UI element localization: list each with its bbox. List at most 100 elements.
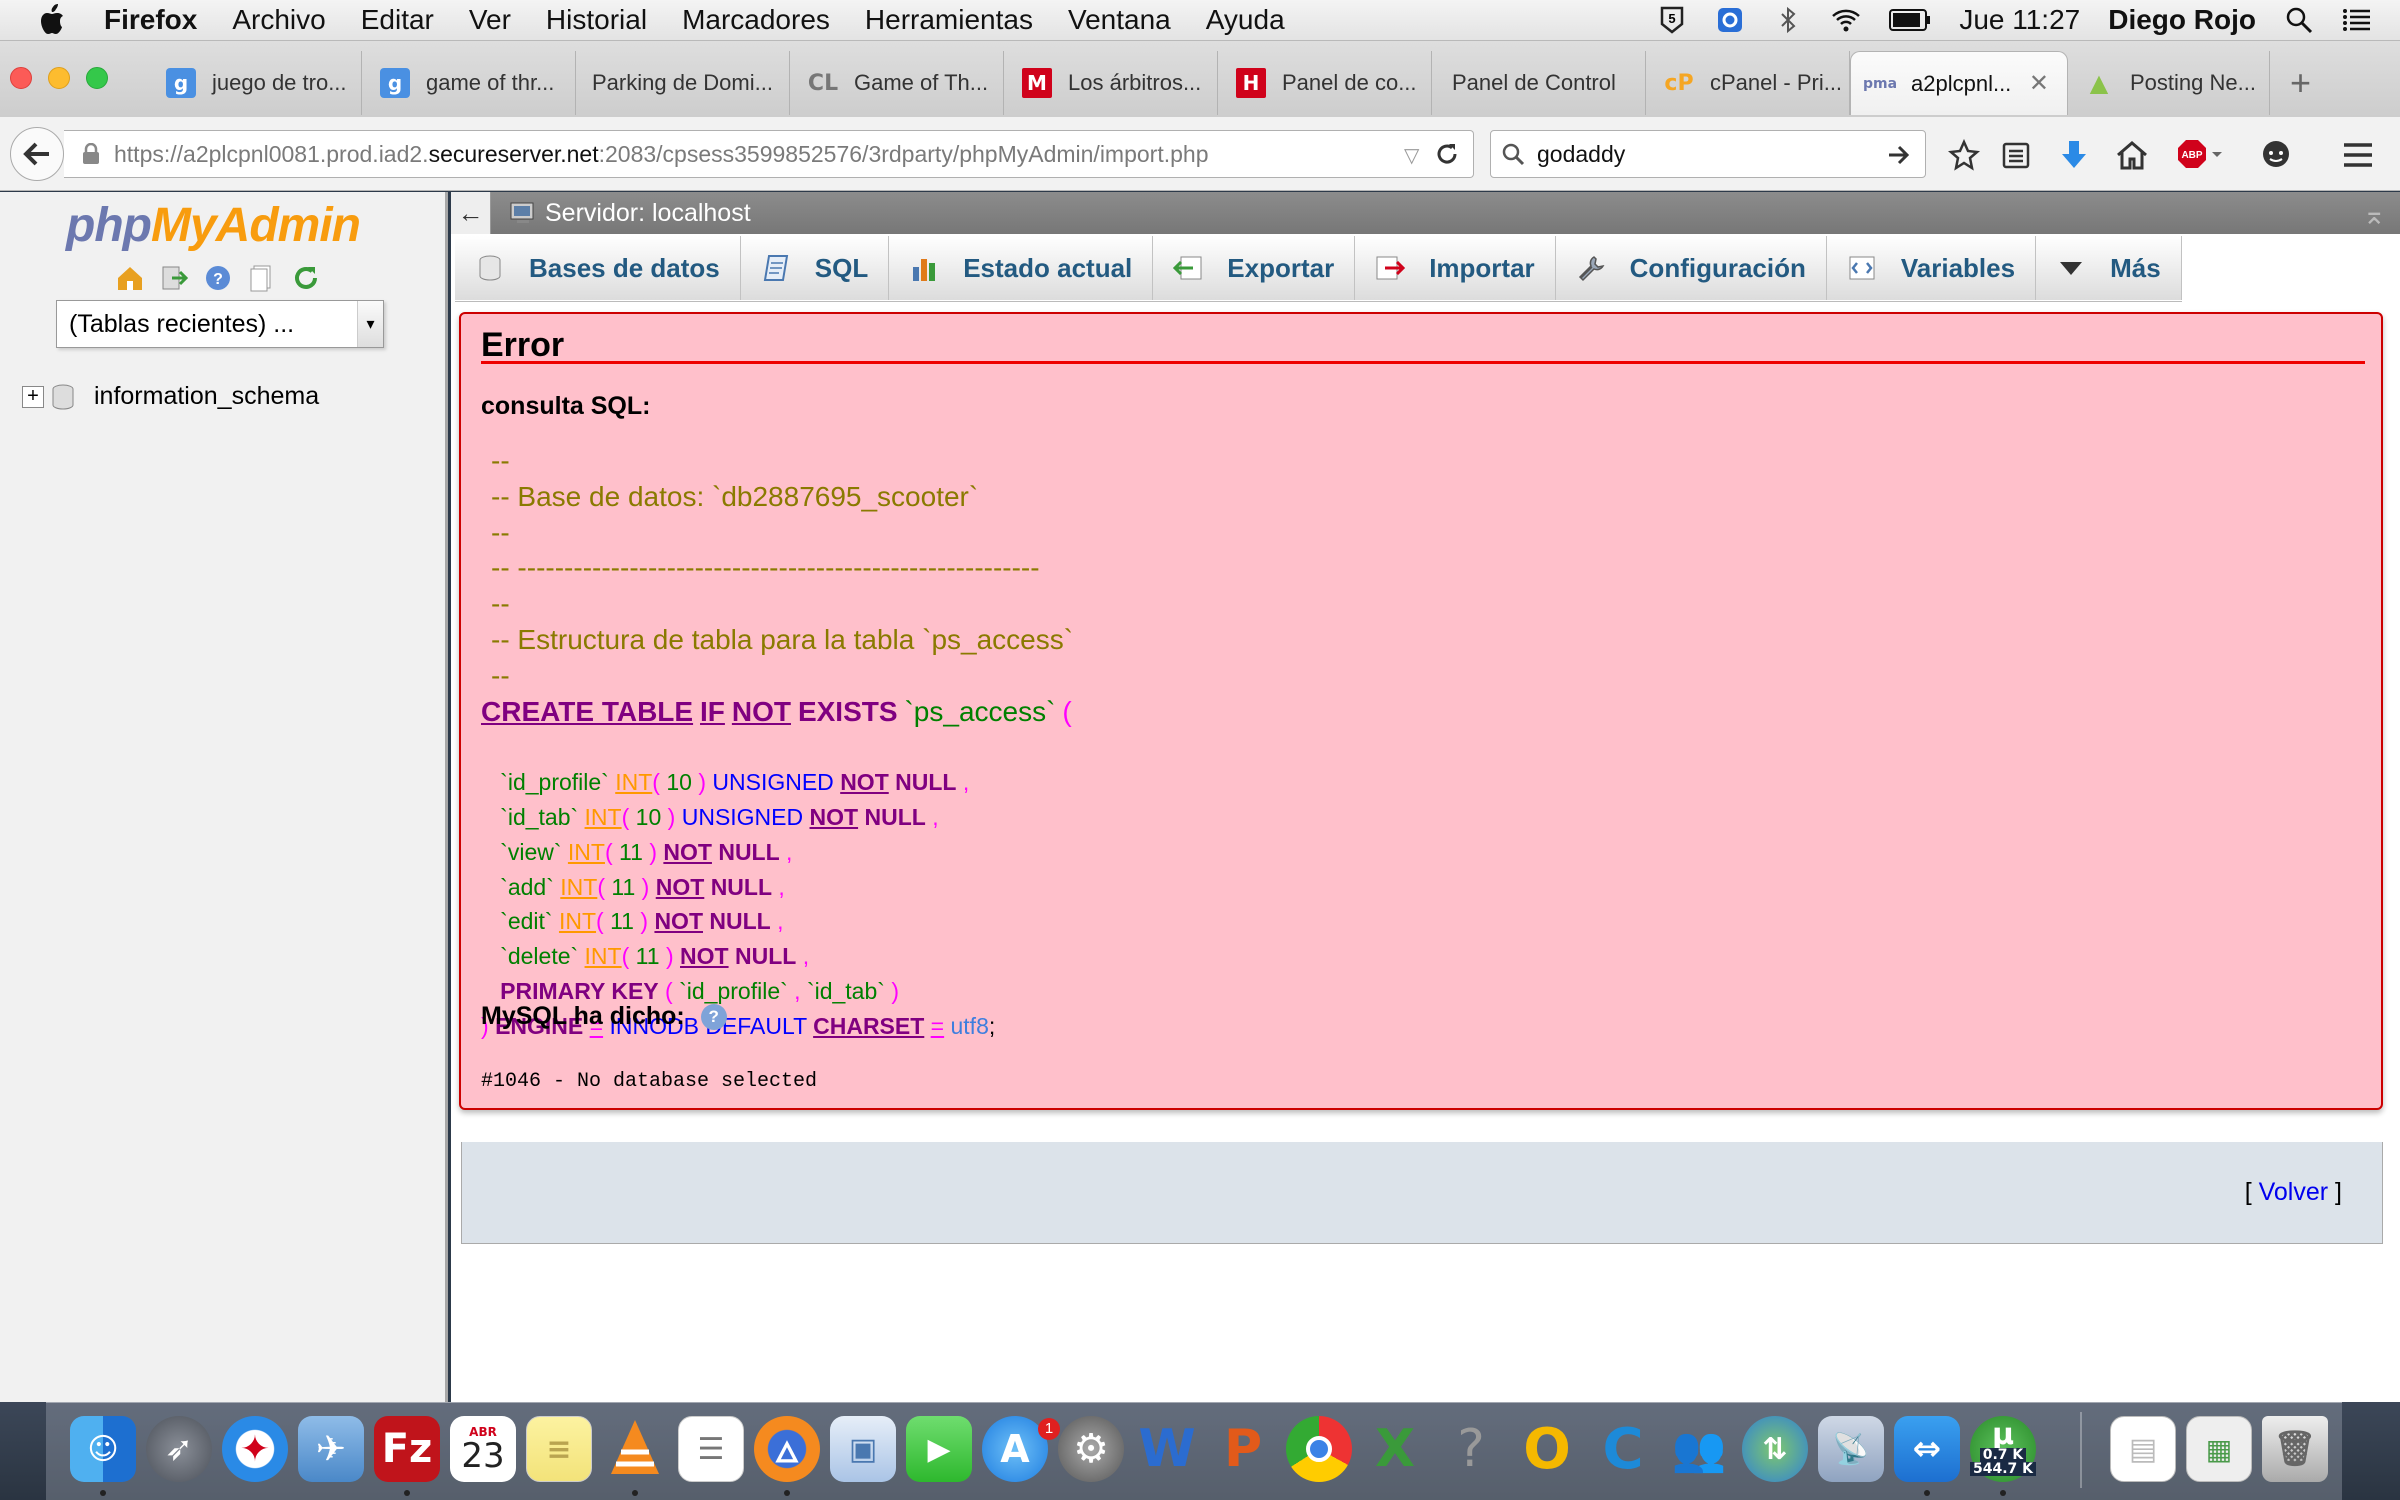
adblock-icon[interactable]: ABP: [2176, 135, 2226, 175]
expand-plus-icon[interactable]: +: [22, 385, 44, 408]
menu-ventana[interactable]: Ventana: [1068, 4, 1171, 36]
menu-herramientas[interactable]: Herramientas: [865, 4, 1033, 36]
chat-icon[interactable]: [2256, 135, 2296, 175]
trash-icon[interactable]: 🗑: [2262, 1416, 2328, 1482]
history-dropdown-icon[interactable]: ▽: [1404, 143, 1419, 168]
menu-archivo[interactable]: Archivo: [232, 4, 325, 36]
ftp-icon[interactable]: 📡: [1818, 1416, 1884, 1482]
phpmyadmin-logo[interactable]: phpMyAdmin: [66, 198, 361, 253]
clock[interactable]: Jue 11:27: [1959, 4, 2080, 36]
back-link[interactable]: Volver: [2259, 1178, 2328, 1206]
app-icon[interactable]: [1715, 5, 1745, 35]
reminders-icon[interactable]: ☰: [678, 1416, 744, 1482]
close-tab-icon[interactable]: ✕: [2029, 69, 2049, 98]
messenger-icon[interactable]: 👥: [1666, 1416, 1732, 1482]
home-icon[interactable]: [2112, 135, 2152, 175]
documents-icon[interactable]: ▤: [2110, 1416, 2176, 1482]
menu-historial[interactable]: Historial: [546, 4, 647, 36]
network-icon[interactable]: ⇅: [1742, 1416, 1808, 1482]
new-tab-button[interactable]: +: [2290, 65, 2311, 101]
tab-6[interactable]: Panel de Control: [1436, 51, 1646, 115]
word-icon[interactable]: W: [1134, 1416, 1200, 1482]
tab-3[interactable]: CL Game of Th...: [794, 51, 1004, 115]
teamviewer-icon[interactable]: ⇔: [1894, 1416, 1960, 1482]
launchpad-icon[interactable]: ➶: [146, 1416, 212, 1482]
home-icon[interactable]: [116, 264, 144, 292]
calendar-icon[interactable]: ABR 23: [450, 1416, 516, 1482]
powerpoint-icon[interactable]: P: [1210, 1416, 1276, 1482]
tab-status[interactable]: Estado actual: [889, 236, 1154, 300]
collapse-sidebar-arrow-icon[interactable]: ←: [451, 192, 491, 234]
logout-icon[interactable]: [160, 264, 189, 292]
utorrent-icon[interactable]: µ 0.7 K 544.7 K: [1970, 1416, 2036, 1482]
mail-icon[interactable]: ✈: [298, 1416, 364, 1482]
5-icon[interactable]: 5: [1657, 5, 1687, 35]
tab-4[interactable]: M Los árbitros...: [1008, 51, 1218, 115]
tab-import[interactable]: Importar: [1355, 236, 1556, 300]
reading-list-icon[interactable]: [1996, 135, 2036, 175]
vlc-icon[interactable]: [602, 1416, 668, 1482]
reload-icon[interactable]: [292, 264, 320, 292]
tab-9[interactable]: ▲ Posting Ne...: [2070, 51, 2270, 115]
coda-icon[interactable]: C: [1590, 1416, 1656, 1482]
chrome-icon[interactable]: [1286, 1416, 1352, 1482]
back-button[interactable]: [10, 127, 64, 181]
search-input[interactable]: godaddy: [1490, 130, 1926, 178]
excel-icon[interactable]: X: [1362, 1416, 1428, 1482]
firefox-icon[interactable]: 🜂: [754, 1416, 820, 1482]
tab-8-active[interactable]: pma a2plcpnl... ✕: [1850, 51, 2068, 115]
notes-icon[interactable]: ≡: [526, 1416, 592, 1482]
notification-list-icon[interactable]: [2342, 5, 2372, 35]
dock-separator: [2080, 1412, 2082, 1488]
tab-1[interactable]: g game of thr...: [366, 51, 576, 115]
help-icon[interactable]: ?: [204, 264, 232, 292]
battery-icon[interactable]: [1889, 8, 1931, 32]
downloads-stack-icon[interactable]: ▦: [2186, 1416, 2252, 1482]
url-bar[interactable]: https://a2plcpnl0081.prod.iad2. secureser…: [64, 130, 1474, 178]
help-viewer-icon[interactable]: ?: [1438, 1416, 1504, 1482]
tab-more[interactable]: Más: [2036, 236, 2182, 300]
scroll-top-icon[interactable]: ⌅: [2363, 198, 2386, 231]
minimize-window-button[interactable]: [48, 67, 70, 89]
tab-settings[interactable]: Configuración: [1555, 236, 1827, 300]
close-window-button[interactable]: [10, 67, 32, 89]
menu-ver[interactable]: Ver: [469, 4, 511, 36]
zoom-window-button[interactable]: [86, 67, 108, 89]
filezilla-icon[interactable]: Fz: [374, 1416, 440, 1482]
menu-marcadores[interactable]: Marcadores: [682, 4, 830, 36]
database-item-information-schema[interactable]: information_schema: [94, 382, 319, 411]
tab-variables[interactable]: Variables: [1826, 236, 2037, 300]
search-go-icon[interactable]: [1887, 143, 1911, 167]
facetime-icon[interactable]: ▶: [906, 1416, 972, 1482]
menu-firefox[interactable]: Firefox: [104, 4, 197, 36]
tab-export[interactable]: Exportar: [1153, 236, 1356, 300]
menu-editar[interactable]: Editar: [361, 4, 434, 36]
tab-databases[interactable]: Bases de datos: [455, 236, 741, 300]
docs-icon[interactable]: [248, 264, 276, 292]
export-icon: [1173, 256, 1202, 280]
menu-ayuda[interactable]: Ayuda: [1206, 4, 1285, 36]
download-icon[interactable]: [2054, 135, 2094, 175]
safari-icon[interactable]: ✦: [222, 1416, 288, 1482]
tab-7[interactable]: cP cPanel - Pri...: [1650, 51, 1850, 115]
tab-2[interactable]: Parking de Domi...: [580, 51, 790, 115]
tab-5[interactable]: H Panel de co...: [1222, 51, 1432, 115]
tab-0[interactable]: g juego de tro...: [152, 51, 362, 115]
recent-tables-select[interactable]: (Tablas recientes) ... ▾: [56, 300, 384, 348]
reload-icon[interactable]: [1434, 141, 1460, 167]
error-title: Error: [481, 326, 2365, 364]
tab-sql[interactable]: SQL: [740, 236, 890, 300]
system-preferences-icon[interactable]: ⚙: [1058, 1416, 1124, 1482]
apple-icon[interactable]: [36, 3, 66, 37]
hamburger-menu-icon[interactable]: [2338, 135, 2378, 175]
office-icon[interactable]: O: [1514, 1416, 1580, 1482]
help-icon[interactable]: ?: [700, 1003, 727, 1030]
server-label[interactable]: Servidor: localhost: [545, 199, 751, 228]
spotlight-search-icon[interactable]: [2284, 5, 2314, 35]
wifi-icon[interactable]: [1831, 5, 1861, 35]
preview-icon[interactable]: ▣: [830, 1416, 896, 1482]
bluetooth-icon[interactable]: [1773, 5, 1803, 35]
user-name[interactable]: Diego Rojo: [2108, 4, 2256, 36]
finder-icon[interactable]: ☺: [70, 1416, 136, 1482]
bookmark-star-icon[interactable]: [1944, 135, 1984, 175]
